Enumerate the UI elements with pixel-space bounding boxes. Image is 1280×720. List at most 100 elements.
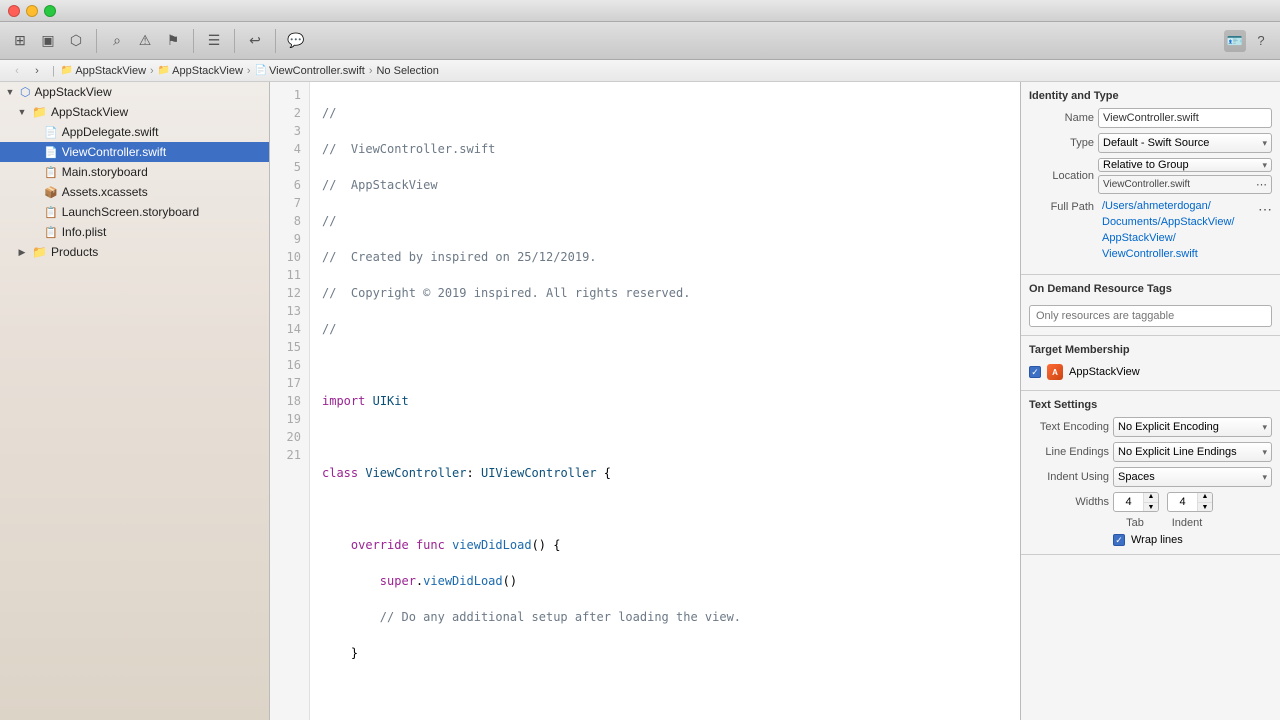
identity-inspector-icon[interactable]: 🪪: [1224, 30, 1246, 52]
wrap-lines-label: Wrap lines: [1131, 534, 1183, 546]
indent-decrement[interactable]: ▼: [1198, 503, 1212, 513]
breadcrumb-item-2[interactable]: 📁 AppStackView: [158, 65, 243, 77]
save-icon[interactable]: ⬡: [64, 29, 88, 53]
undo-icon[interactable]: ↩: [243, 29, 267, 53]
breadcrumb-arrow-3: ›: [369, 65, 373, 77]
sidebar-item-launchscreen[interactable]: 📋 LaunchScreen.storyboard: [0, 202, 269, 222]
type-select[interactable]: Default - Swift Source ▾: [1098, 133, 1272, 153]
comment-icon[interactable]: 💬: [284, 29, 308, 53]
widths-label: Widths: [1029, 496, 1109, 508]
indent-stepper-buttons[interactable]: ▲ ▼: [1198, 492, 1212, 512]
type-select-arrow: ▾: [1262, 138, 1267, 149]
membership-app-name: AppStackView: [1069, 366, 1140, 378]
wrap-lines-row: ✓ Wrap lines: [1113, 534, 1272, 546]
nav-arrows: ‹ ›: [8, 62, 46, 80]
breadcrumb-item-4[interactable]: No Selection: [376, 65, 438, 77]
indent-stepper[interactable]: 4 ▲ ▼: [1167, 492, 1213, 512]
fullpath-line2[interactable]: Documents/AppStackView/: [1102, 215, 1254, 229]
widths-labels: Tab Indent: [1113, 517, 1272, 529]
line-endings-label: Line Endings: [1029, 446, 1109, 458]
fullpath-line1[interactable]: /Users/ahmeterdogan/: [1102, 199, 1254, 213]
tab-label: Tab: [1113, 517, 1157, 529]
search-icon[interactable]: ⌕: [105, 29, 129, 53]
breadcrumb-item-1[interactable]: 📁 AppStackView: [61, 65, 146, 77]
sidebar-item-group[interactable]: ▼ 📁 AppStackView: [0, 102, 269, 122]
on-demand-tags-section: On Demand Resource Tags: [1021, 275, 1280, 336]
location-select[interactable]: Relative to Group ▾: [1098, 158, 1272, 172]
membership-checkbox[interactable]: ✓: [1029, 366, 1041, 378]
help-inspector-icon[interactable]: ?: [1250, 30, 1272, 52]
products-disclosure: ▶: [16, 246, 28, 258]
location-select-arrow: ▾: [1262, 160, 1267, 171]
sidebar-item-viewcontroller[interactable]: 📄 ViewController.swift: [0, 142, 269, 162]
breadcrumb-item-3[interactable]: 📄 ViewController.swift: [255, 65, 365, 77]
project-disclosure: ▼: [4, 86, 16, 98]
toolbar-sep-1: [96, 29, 97, 53]
back-button[interactable]: ‹: [8, 62, 26, 80]
type-row: Type Default - Swift Source ▾: [1029, 133, 1272, 153]
sidebar-item-assets[interactable]: 📦 Assets.xcassets: [0, 182, 269, 202]
location-file-container: ViewController.swift ⋯: [1098, 175, 1272, 194]
sidebar: ▼ ⬡ AppStackView ▼ 📁 AppStackView 📄 AppD…: [0, 82, 270, 720]
close-button[interactable]: [8, 5, 20, 17]
forward-button[interactable]: ›: [28, 62, 46, 80]
indent-increment[interactable]: ▲: [1198, 492, 1212, 503]
toolbar: ⊞ ▣ ⬡ ⌕ ⚠ ⚑ ☰ ↩ 💬 🪪 ?: [0, 22, 1280, 60]
toolbar-sep-3: [234, 29, 235, 53]
location-label: Location: [1029, 170, 1094, 182]
encoding-label: Text Encoding: [1029, 421, 1109, 433]
grid-icon[interactable]: ⊞: [8, 29, 32, 53]
list-icon[interactable]: ☰: [202, 29, 226, 53]
breadcrumb: ‹ › | 📁 AppStackView › 📁 AppStackView › …: [0, 60, 1280, 82]
warning-icon[interactable]: ⚠: [133, 29, 157, 53]
toolbar-sep-2: [193, 29, 194, 53]
tab-stepper[interactable]: 4 ▲ ▼: [1113, 492, 1159, 512]
location-row: Location Relative to Group ▾ ViewControl…: [1029, 158, 1272, 194]
inspector: Identity and Type Name Type Default - Sw…: [1020, 82, 1280, 720]
wrap-lines-checkbox[interactable]: ✓: [1113, 534, 1125, 546]
line-endings-row: Line Endings No Explicit Line Endings ▾: [1029, 442, 1272, 462]
tags-input[interactable]: [1029, 305, 1272, 327]
folder-icon[interactable]: ▣: [36, 29, 60, 53]
maximize-button[interactable]: [44, 5, 56, 17]
main-area: ▼ ⬡ AppStackView ▼ 📁 AppStackView 📄 AppD…: [0, 82, 1280, 720]
membership-section-title: Target Membership: [1029, 344, 1272, 356]
fullpath-line4[interactable]: ViewController.swift: [1102, 247, 1254, 261]
tab-increment[interactable]: ▲: [1144, 492, 1158, 503]
fullpath-line3[interactable]: AppStackView/: [1102, 231, 1254, 245]
tab-value: 4: [1114, 493, 1144, 511]
fullpath-row: Full Path /Users/ahmeterdogan/ Documents…: [1029, 199, 1272, 261]
tab-decrement[interactable]: ▼: [1144, 503, 1158, 513]
name-input[interactable]: [1098, 108, 1272, 128]
indent-value: 4: [1168, 493, 1198, 511]
sidebar-item-infoplist[interactable]: 📋 Info.plist: [0, 222, 269, 242]
text-settings-title: Text Settings: [1029, 399, 1272, 411]
editor-content[interactable]: 12345 678910 1112131415 1617181920 21 //…: [270, 82, 1020, 720]
location-browse-icon[interactable]: ⋯: [1256, 178, 1267, 191]
editor[interactable]: 12345 678910 1112131415 1617181920 21 //…: [270, 82, 1020, 720]
indent-using-select[interactable]: Spaces ▾: [1113, 467, 1272, 487]
fullpath-reveal-icon[interactable]: ⋯: [1258, 201, 1272, 218]
minimize-button[interactable]: [26, 5, 38, 17]
breadcrumb-arrow-1: ›: [150, 65, 154, 77]
encoding-row: Text Encoding No Explicit Encoding ▾: [1029, 417, 1272, 437]
sidebar-item-mainstoryboard[interactable]: 📋 Main.storyboard: [0, 162, 269, 182]
sidebar-item-products[interactable]: ▶ 📁 Products: [0, 242, 269, 262]
sidebar-item-appdelegate[interactable]: 📄 AppDelegate.swift: [0, 122, 269, 142]
encoding-select[interactable]: No Explicit Encoding ▾: [1113, 417, 1272, 437]
line-endings-select[interactable]: No Explicit Line Endings ▾: [1113, 442, 1272, 462]
group-disclosure: ▼: [16, 106, 28, 118]
titlebar: [0, 0, 1280, 22]
tab-stepper-buttons[interactable]: ▲ ▼: [1144, 492, 1158, 512]
encoding-select-arrow: ▾: [1262, 422, 1267, 433]
code-content[interactable]: // // ViewController.swift // AppStackVi…: [310, 82, 1020, 720]
text-settings-section: Text Settings Text Encoding No Explicit …: [1021, 391, 1280, 555]
fullpath-label: Full Path: [1029, 201, 1094, 213]
widths-row: Widths 4 ▲ ▼ 4 ▲ ▼: [1029, 492, 1272, 512]
sidebar-item-project[interactable]: ▼ ⬡ AppStackView: [0, 82, 269, 102]
flag-icon[interactable]: ⚑: [161, 29, 185, 53]
indent-using-row: Indent Using Spaces ▾: [1029, 467, 1272, 487]
fullpath-container: /Users/ahmeterdogan/ Documents/AppStackV…: [1102, 199, 1254, 261]
location-file-text: ViewController.swift: [1103, 179, 1256, 190]
name-label: Name: [1029, 112, 1094, 124]
